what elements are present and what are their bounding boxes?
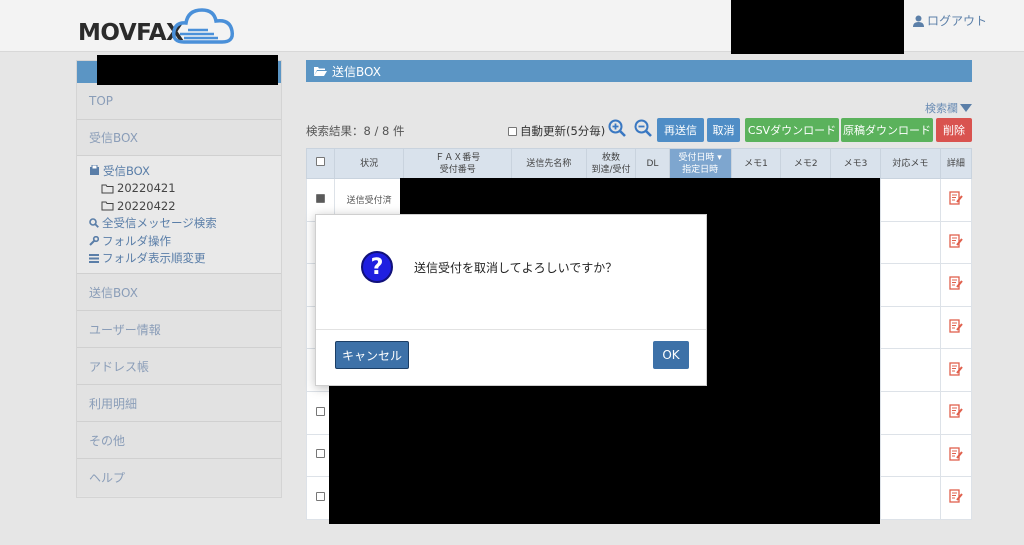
row-cell bbox=[879, 178, 941, 222]
col-fax-number: ＦＡＸ番号 受付番号 bbox=[403, 148, 513, 179]
sidebar-item-other[interactable]: その他 bbox=[77, 422, 281, 459]
list-icon bbox=[89, 254, 99, 264]
auto-refresh[interactable]: 自動更新(5分毎) bbox=[508, 123, 605, 139]
folder-icon bbox=[101, 184, 114, 194]
row-detail-cell bbox=[939, 305, 973, 350]
row-detail-cell bbox=[939, 476, 973, 520]
row-detail-cell bbox=[939, 178, 973, 222]
inbox-tree: 受信BOX 20220421 20220422 全受信メッセージ検索 フォルダ操… bbox=[77, 156, 281, 274]
sidebar-item-help[interactable]: ヘルプ bbox=[77, 459, 281, 496]
redacted-area bbox=[97, 55, 278, 85]
confirm-dialog: ? 送信受付を取消してよろしいですか？ キャンセル OK bbox=[315, 214, 707, 386]
auto-refresh-checkbox[interactable] bbox=[508, 126, 517, 136]
sidebar-item-user-info[interactable]: ユーザー情報 bbox=[77, 311, 281, 348]
sidebar: TOP 受信BOX 受信BOX 20220421 20220422 全受信メッセ… bbox=[76, 60, 282, 498]
logo-text: MOVFAX bbox=[78, 20, 184, 46]
folder-icon bbox=[101, 201, 114, 211]
page-title: 送信BOX bbox=[332, 64, 381, 79]
resend-button[interactable]: 再送信 bbox=[657, 118, 704, 142]
row-checkbox[interactable] bbox=[315, 491, 325, 501]
sidebar-item-address-book[interactable]: アドレス帳 bbox=[77, 348, 281, 385]
sidebar-item-usage[interactable]: 利用明細 bbox=[77, 385, 281, 422]
col-memo2: メモ2 bbox=[780, 148, 832, 179]
user-icon bbox=[913, 15, 924, 27]
csv-download-button[interactable]: CSVダウンロード bbox=[745, 118, 839, 142]
row-cell bbox=[879, 305, 941, 350]
tree-folder-20220422[interactable]: 20220422 bbox=[89, 197, 281, 215]
dialog-message: 送信受付を取消してよろしいですか？ bbox=[414, 261, 618, 275]
search-toggle[interactable]: 検索欄 bbox=[925, 100, 972, 116]
movfax-logo[interactable]: MOVFAX bbox=[78, 4, 243, 48]
cloud-fax-icon bbox=[171, 8, 235, 44]
inbox-icon bbox=[90, 165, 99, 176]
row-detail-cell bbox=[939, 220, 973, 265]
row-detail-cell bbox=[939, 390, 973, 435]
row-cell bbox=[879, 263, 941, 307]
edit-icon[interactable] bbox=[949, 319, 963, 333]
row-cell bbox=[879, 220, 941, 265]
table-header-row: 状況 ＦＡＸ番号 受付番号 送信先名称 枚数 到達/受付 DL 受付日時 ▾ 指定日時… bbox=[306, 148, 973, 179]
col-memo3: メモ3 bbox=[830, 148, 881, 179]
original-download-button[interactable]: 原稿ダウンロード bbox=[841, 118, 933, 142]
question-icon: ? bbox=[361, 251, 393, 283]
cancel-send-button[interactable]: 取消 bbox=[707, 118, 740, 142]
sidebar-item-outbox[interactable]: 送信BOX bbox=[77, 274, 281, 311]
folder-open-icon bbox=[314, 66, 327, 76]
sidebar-item-inbox[interactable]: 受信BOX bbox=[77, 120, 281, 156]
redacted-area bbox=[329, 386, 880, 524]
edit-icon[interactable] bbox=[949, 362, 963, 376]
redacted-area bbox=[731, 0, 904, 54]
sidebar-item-top[interactable]: TOP bbox=[77, 83, 281, 120]
edit-icon[interactable] bbox=[949, 489, 963, 504]
triangle-down-icon bbox=[960, 104, 972, 112]
col-response-memo: 対応メモ bbox=[879, 148, 941, 179]
select-all-cell[interactable] bbox=[306, 148, 335, 179]
row-detail-cell bbox=[939, 348, 973, 392]
row-cell bbox=[879, 433, 941, 478]
dialog-divider bbox=[316, 329, 706, 330]
row-detail-cell bbox=[939, 433, 973, 478]
edit-icon[interactable] bbox=[949, 447, 963, 461]
row-checkbox[interactable] bbox=[315, 406, 325, 416]
zoom-out-icon[interactable] bbox=[634, 119, 652, 137]
select-all-checkbox[interactable] bbox=[315, 157, 325, 166]
search-icon bbox=[89, 218, 99, 229]
col-destination: 送信先名称 bbox=[511, 148, 587, 179]
row-cell bbox=[879, 390, 941, 435]
zoom-in-icon[interactable] bbox=[608, 119, 626, 137]
edit-icon[interactable] bbox=[949, 191, 963, 205]
dialog-cancel-button[interactable]: キャンセル bbox=[335, 341, 409, 369]
delete-button[interactable]: 削除 bbox=[936, 118, 972, 142]
tree-item-inbox-root[interactable]: 受信BOX bbox=[89, 162, 281, 180]
col-detail: 詳細 bbox=[939, 148, 973, 179]
tree-search-all[interactable]: 全受信メッセージ検索 bbox=[89, 215, 281, 233]
col-status: 状況 bbox=[333, 148, 405, 179]
row-cell bbox=[879, 348, 941, 392]
logout-label: ログアウト bbox=[927, 14, 988, 28]
row-cell bbox=[879, 476, 941, 520]
edit-icon[interactable] bbox=[949, 404, 963, 418]
edit-icon[interactable] bbox=[949, 234, 963, 248]
wrench-icon bbox=[89, 235, 99, 246]
tree-folder-order[interactable]: フォルダ表示順変更 bbox=[89, 250, 281, 268]
edit-icon[interactable] bbox=[949, 276, 963, 291]
row-checkbox[interactable] bbox=[315, 449, 325, 459]
logout-link[interactable]: ログアウト bbox=[913, 12, 987, 29]
row-detail-cell bbox=[939, 263, 973, 307]
col-pages: 枚数 到達/受付 bbox=[585, 148, 637, 179]
col-dl: DL bbox=[635, 148, 670, 179]
tree-folder-ops[interactable]: フォルダ操作 bbox=[89, 232, 281, 250]
row-checkbox[interactable] bbox=[315, 193, 325, 203]
page-title-bar: 送信BOX bbox=[306, 60, 972, 82]
col-memo1: メモ1 bbox=[730, 148, 782, 179]
col-date-sorted[interactable]: 受付日時 ▾ 指定日時 bbox=[668, 148, 732, 179]
tree-folder-20220421[interactable]: 20220421 bbox=[89, 180, 281, 198]
dialog-ok-button[interactable]: OK bbox=[653, 341, 689, 369]
search-result-count: 検索結果：8 / 8 件 bbox=[306, 124, 405, 138]
